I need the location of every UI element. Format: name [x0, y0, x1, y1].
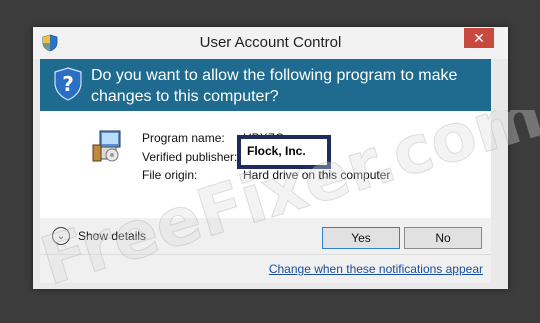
details-panel: Program name: UPXZC Verified publisher: …: [40, 111, 491, 218]
publisher-highlight-box: Flock, Inc.: [237, 135, 331, 169]
show-details-toggle[interactable]: ⌄ Show details: [52, 226, 146, 246]
svg-text:?: ?: [62, 72, 74, 96]
verified-publisher-label: Verified publisher:: [142, 150, 238, 164]
show-details-label: Show details: [78, 229, 147, 243]
close-button[interactable]: ✕: [464, 28, 494, 48]
shield-question-icon: ?: [54, 67, 82, 101]
prompt-banner: ? Do you want to allow the following pro…: [40, 59, 491, 111]
prompt-question: Do you want to allow the following progr…: [91, 67, 458, 105]
file-origin-value: Hard drive on this computer: [243, 168, 391, 182]
window-title: User Account Control: [199, 34, 342, 51]
yes-button[interactable]: Yes: [322, 227, 400, 249]
no-button[interactable]: No: [404, 227, 482, 249]
title-bar: User Account Control ✕: [33, 27, 508, 59]
verified-publisher-value: Flock, Inc.: [247, 144, 306, 158]
footer-bar: Change when these notifications appear: [40, 254, 491, 283]
notification-settings-link[interactable]: Change when these notifications appear: [269, 262, 483, 276]
file-origin-label: File origin:: [142, 168, 198, 182]
program-installer-icon: [92, 130, 121, 162]
chevron-down-icon: ⌄: [52, 227, 70, 245]
uac-dialog: User Account Control ✕ ? Do you want to …: [33, 27, 508, 289]
button-row: ⌄ Show details Yes No: [40, 218, 491, 254]
program-name-label: Program name:: [142, 131, 225, 145]
